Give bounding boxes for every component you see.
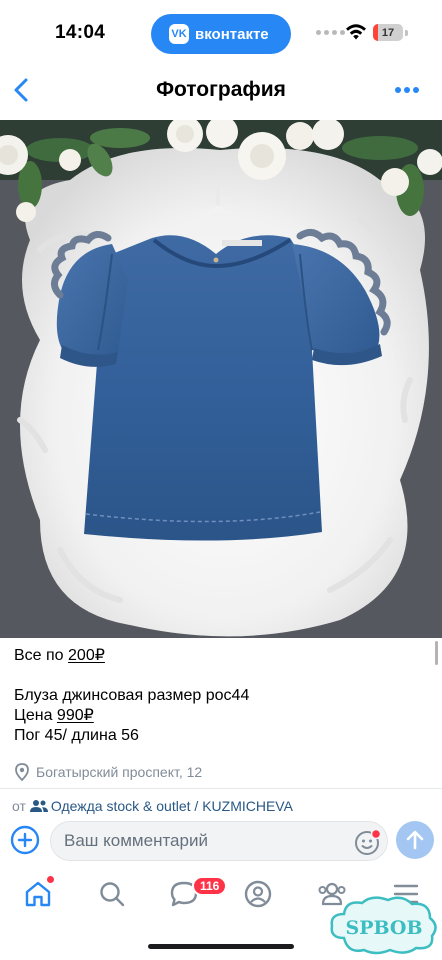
post-line-1-prefix: Все по: [14, 647, 69, 664]
vk-app-pill-label: вконтакте: [195, 25, 269, 43]
watermark-text: SPBOB: [345, 917, 422, 939]
scrollbar-thumb[interactable]: [435, 641, 438, 665]
post-price-1: 200₽: [68, 647, 105, 664]
spbob-watermark: SPBOB: [330, 896, 437, 955]
more-horizontal-icon[interactable]: [394, 86, 420, 94]
home-indicator: [148, 944, 294, 949]
community-link[interactable]: Одежда stock & outlet / KUZMICHEVA: [51, 798, 293, 814]
battery-nub: [405, 30, 408, 36]
comment-row: [0, 818, 442, 866]
messages-badge: 116: [192, 876, 228, 896]
post-text-line-4: Пог 45/ длина 56: [14, 727, 139, 744]
post-text-line-2: Блуза джинсовая размер рос44: [14, 687, 250, 704]
location-link[interactable]: Богатырский проспект, 12: [14, 762, 202, 782]
tab-search[interactable]: [90, 876, 134, 912]
source-bar: от Одежда stock & outlet / KUZMICHEVA: [0, 788, 442, 822]
denim-blouse-photo: [0, 120, 442, 638]
vk-app-pill[interactable]: VK вконтакте: [151, 14, 291, 54]
status-time: 14:04: [55, 22, 106, 43]
arrow-up-icon: [406, 830, 424, 850]
home-notification-dot: [46, 875, 55, 884]
profile-icon: [244, 880, 272, 908]
nav-header: Фотография: [0, 64, 442, 118]
emoji-sticker-icon[interactable]: [354, 828, 382, 856]
post-photo[interactable]: [0, 120, 442, 638]
vk-logo-icon: VK: [169, 24, 189, 44]
wifi-icon: [346, 24, 366, 40]
status-bar: 14:04 VK вконтакте 17: [0, 0, 442, 64]
search-icon: [100, 882, 125, 907]
battery-percent: 17: [381, 26, 395, 39]
add-attachment-icon[interactable]: [10, 825, 40, 855]
battery-level: [373, 24, 379, 41]
community-icon: [29, 799, 48, 812]
post-line-3-prefix: Цена: [14, 707, 57, 724]
location-pin-icon: [15, 763, 29, 781]
source-prefix: от: [12, 797, 26, 814]
comment-input[interactable]: [50, 821, 388, 861]
battery-icon: 17: [373, 24, 403, 41]
cellular-signal-icon: [316, 30, 345, 35]
post-text-line-1: Все по 200₽: [14, 646, 105, 666]
post-text-line-3: Цена 990₽: [14, 706, 94, 726]
tab-profile[interactable]: [236, 876, 280, 912]
send-button[interactable]: [396, 821, 434, 859]
location-text: Богатырский проспект, 12: [36, 764, 203, 780]
page-title: Фотография: [156, 78, 286, 101]
post-price-2: 990₽: [56, 707, 94, 724]
